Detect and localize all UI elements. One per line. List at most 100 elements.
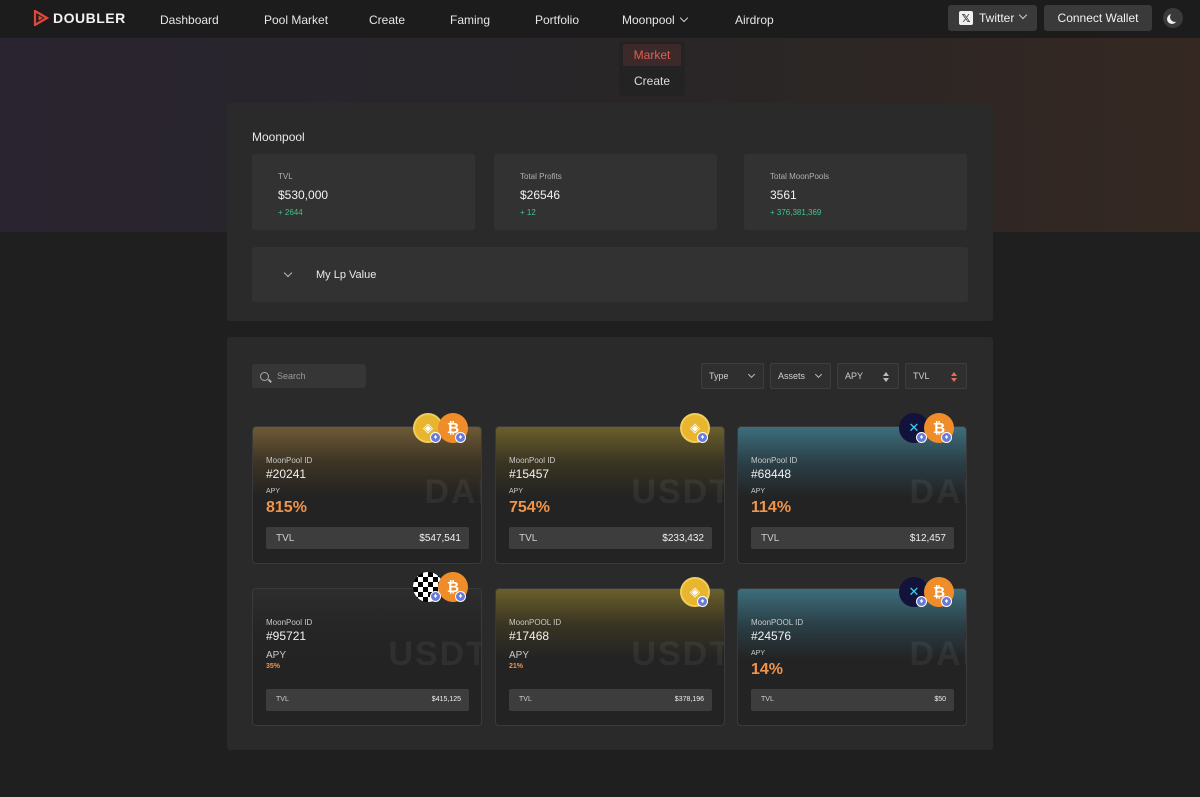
stat-value: $26546 [520,188,561,202]
theme-toggle[interactable] [1163,8,1183,28]
pool-card[interactable]: USDT MoonPool ID #15457 APY 754% TVL $23… [495,426,725,564]
eth-badge-icon: ♦ [941,432,952,443]
tvl-bar: TVL $50 [751,689,954,711]
tvl-bar: TVL $233,432 [509,527,712,549]
sort-tvl[interactable]: TVL [905,363,967,389]
nav-airdrop[interactable]: Airdrop [735,13,774,27]
token-pair: ◈ ₿ ♦ ♦ [413,413,469,443]
apy-label: APY [266,650,287,661]
pool-card[interactable]: USDT MoonPool ID #95721 APY 35% TVL $415… [252,588,482,726]
apy-label: APY [509,650,530,661]
dropdown-item-create[interactable]: Create [623,70,681,92]
dropdown-item-market[interactable]: Market [623,44,681,66]
nav-create[interactable]: Create [369,13,405,27]
tvl-bar: TVL $12,457 [751,527,954,549]
apy-value: 114% [751,499,792,516]
stat-delta: + 376,381,369 [770,208,822,217]
doubler-logo-icon [33,10,49,26]
tvl-label: TVL [276,696,289,703]
stat-card-tvl: TVL $530,000 + 2644 [252,154,475,230]
nav-moonpool-label: Moonpool [622,13,675,27]
tvl-label: TVL [519,696,532,703]
sort-apy[interactable]: APY [837,363,899,389]
tvl-value: $547,541 [419,533,461,544]
pool-id: #24576 [751,629,792,643]
pool-id-label: MoonPOOL ID [751,618,804,627]
token-pair: ✕ ₿ ♦ ♦ [899,413,955,443]
asset-watermark: DAI [424,473,481,511]
moonpool-dropdown-menu: Market Create [619,41,685,96]
token-pair: ✕ ₿ ♦ ♦ [899,577,955,607]
apy-label: APY [751,488,766,495]
asset-watermark: DAI [909,635,966,673]
eth-badge-icon: ♦ [697,432,708,443]
pool-id-label: MoonPool ID [266,618,313,627]
stat-value: $530,000 [278,188,329,202]
tvl-value: $378,196 [674,696,704,703]
my-lp-value-label: My Lp Value [316,269,377,281]
eth-badge-icon: ♦ [916,432,927,443]
asset-watermark: USDT [631,473,725,511]
tvl-label: TVL [519,533,538,544]
tvl-label: TVL [276,533,295,544]
stat-delta: + 12 [520,208,536,217]
pool-card[interactable]: DAI MoonPool ID #20241 APY 815% TVL $547… [252,426,482,564]
tvl-value: $415,125 [431,696,461,703]
chevron-down-icon [747,370,756,379]
filter-type[interactable]: Type [701,363,764,389]
my-lp-value-toggle[interactable]: My Lp Value [252,247,968,302]
stat-card-total-moonpools: Total MoonPools 3561 + 376,381,369 [744,154,967,230]
eth-badge-icon: ♦ [455,432,466,443]
apy-value: 21% [509,663,524,670]
chevron-down-icon [283,268,293,278]
pool-id: #15457 [509,467,550,481]
stat-label: Total MoonPools [770,172,830,181]
x-logo-icon: 𝕏 [959,11,973,25]
filter-assets-label: Assets [778,371,806,381]
apy-value: 754% [509,499,550,516]
nav-moonpool[interactable]: Moonpool [622,13,688,27]
search-box [252,364,366,388]
apy-value: 815% [266,499,307,516]
search-input[interactable] [277,371,357,381]
filter-assets[interactable]: Assets [770,363,831,389]
asset-watermark: USDT [631,635,725,673]
logo[interactable]: DOUBLER [33,10,126,26]
twitter-label: Twitter [979,11,1015,25]
connect-wallet-button[interactable]: Connect Wallet [1044,5,1152,31]
nav-dashboard[interactable]: Dashboard [160,13,219,27]
tvl-value: $50 [934,696,946,703]
twitter-button[interactable]: 𝕏 Twitter [948,5,1037,31]
tvl-value: $12,457 [909,533,946,544]
asset-watermark: DAI [909,473,966,511]
apy-value: 14% [751,661,784,678]
search-icon [260,371,269,381]
eth-badge-icon: ♦ [941,596,952,607]
chevron-down-icon [814,370,823,379]
logo-text: DOUBLER [53,10,126,26]
eth-badge-icon: ♦ [697,596,708,607]
asset-watermark: USDT [388,635,482,673]
pool-id-label: MoonPool ID [266,456,313,465]
stat-delta: + 2644 [278,208,303,217]
pool-card[interactable]: DAI MoonPOOL ID #24576 APY 14% TVL $50 [737,588,967,726]
pool-card[interactable]: USDT MoonPOOL ID #17468 APY 21% TVL $378… [495,588,725,726]
pool-card[interactable]: DAI MoonPool ID #68448 APY 114% TVL $12,… [737,426,967,564]
stat-value: 3561 [770,188,797,202]
pool-id: #17468 [509,629,550,643]
apy-label: APY [751,650,766,657]
tvl-bar: TVL $378,196 [509,689,712,711]
tvl-value: $233,432 [662,533,704,544]
stat-card-total-profits: Total Profits $26546 + 12 [494,154,717,230]
eth-badge-icon: ♦ [455,591,466,602]
token-single: ◈ ♦ [680,413,710,443]
eth-badge-icon: ♦ [430,591,441,602]
pool-id: #68448 [751,467,792,481]
nav-pool-market[interactable]: Pool Market [264,13,328,27]
nav-faming[interactable]: Faming [450,13,490,27]
apy-label: APY [266,488,281,495]
stat-label: TVL [278,172,293,181]
panel-title: Moonpool [252,130,305,144]
nav-portfolio[interactable]: Portfolio [535,13,579,27]
tvl-label: TVL [761,533,780,544]
